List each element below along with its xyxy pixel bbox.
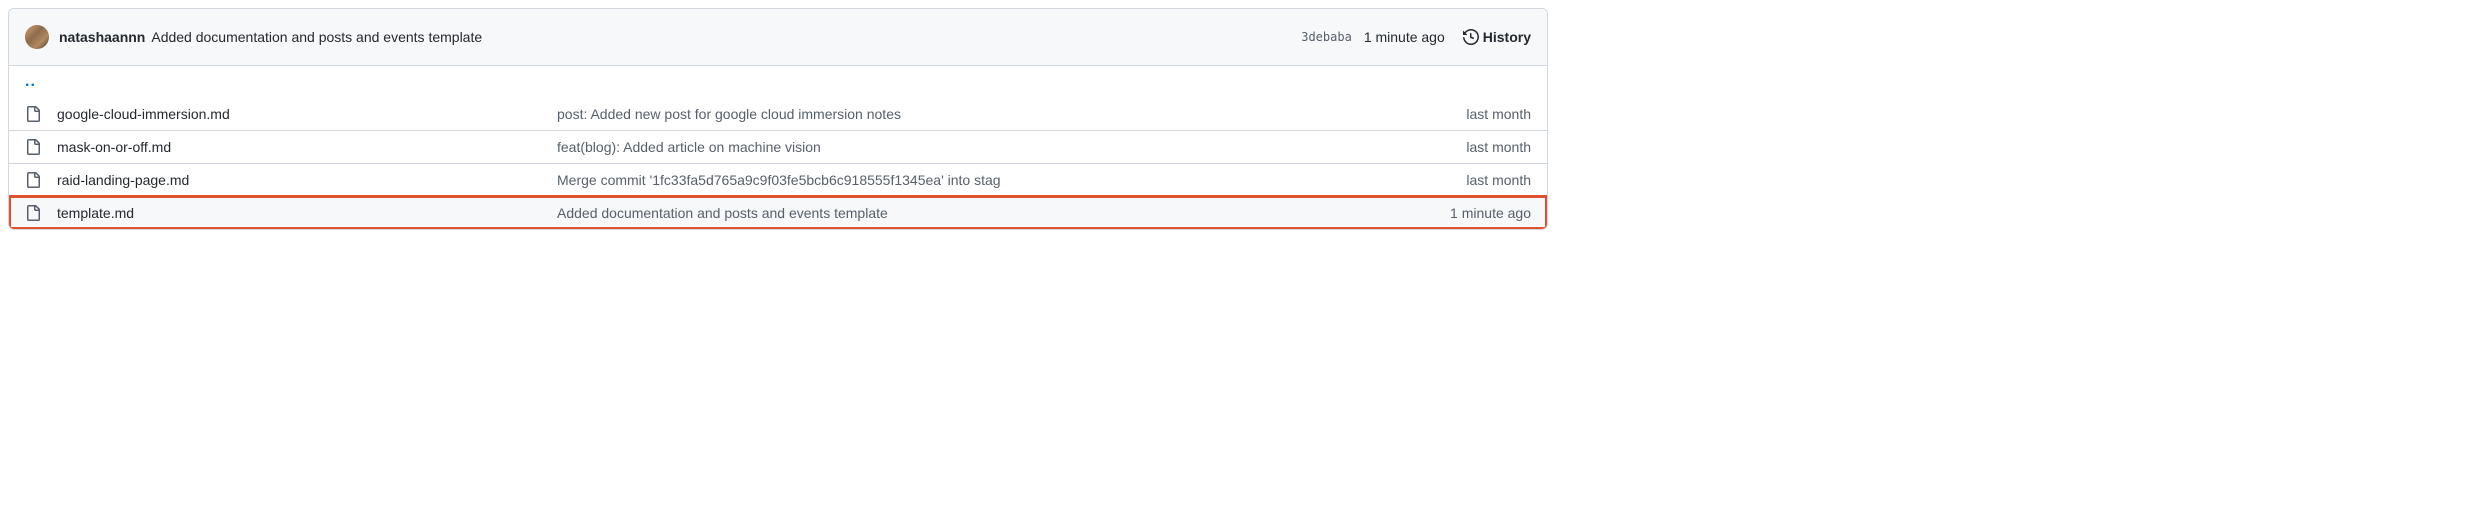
file-commit-time: 1 minute ago [1450,205,1531,221]
history-icon [1463,29,1479,45]
file-row: google-cloud-immersion.mdpost: Added new… [9,98,1547,130]
file-commit-message-link[interactable]: Merge commit '1fc33fa5d765a9c9f03fe5bcb6… [557,172,1450,188]
file-row: mask-on-or-off.mdfeat(blog): Added artic… [9,130,1547,163]
latest-commit-header: natashaannn Added documentation and post… [9,9,1547,66]
file-name-link[interactable]: template.md [57,205,557,221]
file-row: template.mdAdded documentation and posts… [9,196,1547,229]
file-commit-time: last month [1466,106,1531,122]
file-commit-message-link[interactable]: feat(blog): Added article on machine vis… [557,139,1450,155]
file-name-link[interactable]: mask-on-or-off.md [57,139,557,155]
parent-directory-row[interactable]: .. [9,66,1547,98]
avatar[interactable] [25,25,49,49]
file-icon [25,106,41,122]
file-browser: natashaannn Added documentation and post… [8,8,1548,230]
file-icon [25,205,41,221]
parent-directory-link[interactable]: .. [25,72,36,92]
file-row: raid-landing-page.mdMerge commit '1fc33f… [9,163,1547,196]
file-name-link[interactable]: raid-landing-page.md [57,172,557,188]
file-icon [25,172,41,188]
history-label: History [1483,29,1531,45]
file-commit-message-link[interactable]: post: Added new post for google cloud im… [557,106,1450,122]
author-link[interactable]: natashaannn [59,29,145,45]
file-icon [25,139,41,155]
file-commit-time: last month [1466,139,1531,155]
file-commit-time: last month [1466,172,1531,188]
file-name-link[interactable]: google-cloud-immersion.md [57,106,557,122]
history-link[interactable]: History [1463,29,1531,45]
commit-message-link[interactable]: Added documentation and posts and events… [151,29,482,45]
commit-time: 1 minute ago [1364,29,1445,45]
file-commit-message-link[interactable]: Added documentation and posts and events… [557,205,1434,221]
commit-sha-link[interactable]: 3debaba [1301,30,1352,44]
